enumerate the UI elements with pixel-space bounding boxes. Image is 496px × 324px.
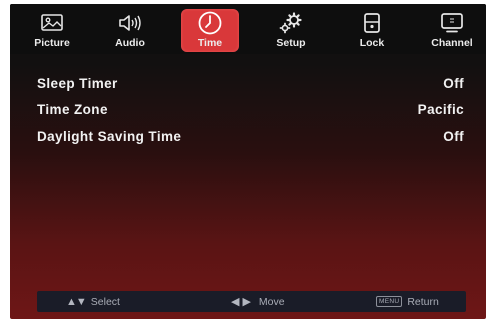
- tab-lock[interactable]: Lock: [343, 9, 401, 52]
- up-down-arrows-icon: ▲▼: [66, 295, 87, 308]
- tab-audio-label: Audio: [115, 37, 145, 49]
- tv-icon: [438, 11, 466, 35]
- time-settings-list: Sleep Timer Off Time Zone Pacific Daylig…: [37, 70, 464, 150]
- navigation-hint-bar: ▲▼ Select ◀▶ Move MENU Return: [37, 291, 466, 312]
- clock-icon: [196, 11, 224, 35]
- tab-picture-label: Picture: [34, 37, 70, 49]
- setting-name: Daylight Saving Time: [37, 128, 182, 144]
- setting-value: Pacific: [417, 102, 464, 118]
- setting-value: Off: [443, 75, 464, 91]
- tab-setup[interactable]: Setup: [262, 9, 320, 52]
- tv-menu-screen: Picture Audio Time Setup Lock Channel Sl…: [10, 4, 486, 319]
- select-hint: ▲▼ Select: [66, 291, 120, 312]
- tab-time-label: Time: [197, 37, 223, 49]
- move-hint: ◀▶ Move: [231, 291, 285, 312]
- gears-icon: [277, 11, 305, 35]
- return-hint: MENU Return: [376, 291, 439, 312]
- move-hint-label: Move: [258, 295, 285, 308]
- menu-key-icon: MENU: [376, 296, 403, 307]
- lock-icon: [358, 11, 386, 35]
- speaker-icon: [116, 11, 144, 35]
- tab-time[interactable]: Time: [181, 9, 239, 52]
- setting-value: Off: [443, 128, 464, 144]
- left-right-arrows-icon: ◀▶: [231, 296, 254, 308]
- setting-row-sleep-timer[interactable]: Sleep Timer Off: [37, 70, 464, 97]
- setting-row-time-zone[interactable]: Time Zone Pacific: [37, 97, 464, 124]
- tab-lock-label: Lock: [359, 37, 385, 49]
- tab-picture[interactable]: Picture: [23, 9, 81, 52]
- tab-audio[interactable]: Audio: [101, 9, 159, 52]
- picture-icon: [38, 11, 66, 35]
- menu-tab-bar: Picture Audio Time Setup Lock Channel: [10, 4, 486, 54]
- setting-name: Sleep Timer: [37, 75, 118, 91]
- setting-name: Time Zone: [37, 102, 108, 118]
- tab-channel-label: Channel: [431, 37, 473, 49]
- select-hint-label: Select: [90, 295, 120, 308]
- setting-row-daylight-saving[interactable]: Daylight Saving Time Off: [37, 123, 464, 150]
- return-hint-label: Return: [407, 295, 439, 308]
- tab-setup-label: Setup: [276, 37, 306, 49]
- tab-channel[interactable]: Channel: [423, 9, 481, 52]
